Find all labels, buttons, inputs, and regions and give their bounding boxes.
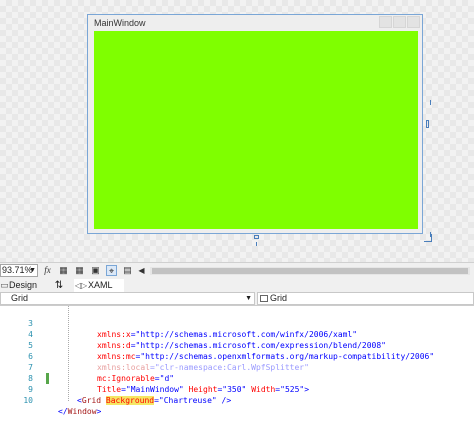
window-preview[interactable]: MainWindow xyxy=(87,14,423,234)
minimize-icon xyxy=(379,16,392,28)
close-icon xyxy=(407,16,420,28)
code-line: 5 xmlns:mc="http://schemas.openxmlformat… xyxy=(0,329,474,361)
view-tabs: ▭Design ⇅ ◁▷XAML xyxy=(0,279,474,292)
chevron-down-icon: ▼ xyxy=(245,295,252,302)
design-icon: ▭ xyxy=(0,280,9,290)
design-surface[interactable]: MainWindow xyxy=(0,0,474,262)
code-line: 8 Title="MainWindow" Height="350" Width=… xyxy=(0,362,474,394)
maximize-icon xyxy=(393,16,406,28)
scrollbar-thumb[interactable] xyxy=(152,268,468,274)
code-line: 6 xmlns:local="clr-namespace:Carl.WpfSpl… xyxy=(0,340,474,372)
ruler-tick-icon xyxy=(430,232,431,237)
tag-close: > xyxy=(96,407,102,416)
scroll-left-icon[interactable]: ◀ xyxy=(136,265,147,276)
grid-element-icon xyxy=(260,295,268,302)
code-line: 3 xmlns:x="http://schemas.microsoft.com/… xyxy=(0,307,474,339)
swap-panes-button[interactable]: ⇅ xyxy=(52,279,66,292)
fx-icon[interactable]: fx xyxy=(42,265,53,276)
horizontal-scrollbar[interactable] xyxy=(150,267,470,275)
annotation-icon[interactable]: ▤ xyxy=(122,265,133,276)
window-title: MainWindow xyxy=(94,18,146,28)
element-dropdown-right-value: Grid xyxy=(270,293,288,303)
tag-open: </ xyxy=(58,407,68,416)
ruler-tick-icon xyxy=(430,100,431,105)
tag-name: Window xyxy=(67,407,97,416)
code-line: 4 xmlns:d="http://schemas.microsoft.com/… xyxy=(0,318,474,350)
resize-handle-bottom[interactable] xyxy=(254,235,259,239)
grid-chartreuse[interactable] xyxy=(94,31,418,229)
grid-layout-icon[interactable]: ▦ xyxy=(58,265,69,276)
chevron-down-icon: ▼ xyxy=(29,267,36,274)
code-line: 7 mc:Ignorable="d" xyxy=(0,351,474,383)
grid-icon[interactable]: ▦ xyxy=(74,265,85,276)
snap-gridlines-icon[interactable]: ▣ xyxy=(90,265,101,276)
snap-lines-icon[interactable]: ⌖ xyxy=(106,265,117,276)
resize-handle-right[interactable] xyxy=(426,120,429,128)
designer-toolbar: 93.71% ▼ fx ▦ ▦ ▣ ⌖ ▤ ◀ xyxy=(0,262,474,280)
element-dropdown-left[interactable]: Grid ▼ xyxy=(0,292,255,305)
tab-design[interactable]: ▭Design xyxy=(0,279,46,292)
zoom-value: 93.71% xyxy=(2,265,33,275)
tab-design-label: Design xyxy=(9,280,38,290)
xaml-editor[interactable]: 3 xmlns:x="http://schemas.microsoft.com/… xyxy=(0,306,474,416)
ruler-tick-icon xyxy=(256,242,257,246)
window-titlebar: MainWindow xyxy=(88,15,422,31)
tab-xaml-label: XAML xyxy=(88,280,113,290)
element-dropdown-right[interactable]: Grid xyxy=(257,292,474,305)
code-line: 10 </Window> xyxy=(0,384,474,416)
element-selectors: Grid ▼ Grid xyxy=(0,292,474,306)
zoom-dropdown[interactable]: 93.71% ▼ xyxy=(0,264,38,277)
code-line: 9 <Grid Background="Chartreuse" /> xyxy=(0,373,474,405)
element-dropdown-left-value: Grid xyxy=(11,293,29,303)
xaml-icon: ◁▷ xyxy=(74,281,88,290)
tab-xaml[interactable]: ◁▷XAML xyxy=(74,279,124,292)
